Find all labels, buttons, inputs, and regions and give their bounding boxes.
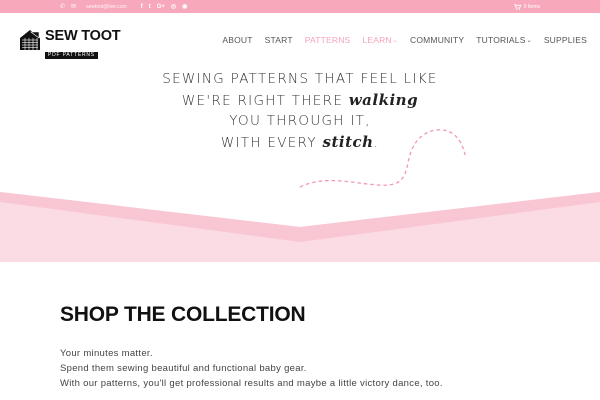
hero-script-stitch: stitch <box>322 133 374 151</box>
facebook-icon[interactable]: f <box>141 4 143 10</box>
main-nav: ABOUT START PATTERNS LEARN ⌄ COMMUNITY TU… <box>222 35 587 45</box>
nav-item-community[interactable]: COMMUNITY <box>410 35 464 45</box>
google-plus-icon[interactable]: G+ <box>157 4 165 10</box>
nav-item-about[interactable]: ABOUT <box>222 35 252 45</box>
hero-section: SEWING PATTERNS THAT FEEL LIKE WE'RE RIG… <box>0 67 600 262</box>
cart-link[interactable]: 0 Items <box>513 3 540 10</box>
pattern-logo-icon <box>20 30 40 50</box>
collection-paragraph: With our patterns, you'll get profession… <box>60 378 443 389</box>
contact-email-link[interactable]: sewtoot@live.com <box>86 4 127 10</box>
cart-icon <box>513 3 521 10</box>
chevron-down-icon: ⌄ <box>392 37 398 44</box>
phone-icon: ✆ <box>60 4 66 10</box>
collection-paragraph: Your minutes matter. <box>60 348 153 359</box>
logo-title: SEW TOOT <box>45 28 121 44</box>
collection-copy: Your minutes matter. Spend them sewing b… <box>60 346 540 391</box>
rss-icon[interactable]: ◉ <box>182 3 187 10</box>
top-bar: ✆ ✉ sewtoot@live.com f t G+ ◎ ◉ 0 Items <box>0 0 600 13</box>
collection-paragraph: Spend them sewing beautiful and function… <box>60 363 307 374</box>
hero-script-walking: walking <box>348 91 419 109</box>
logo-subtitle: PDF PATTERNS <box>45 51 98 59</box>
site-logo[interactable]: SEW TOOT PDF PATTERNS <box>19 28 121 60</box>
hero-line-1: SEWING PATTERNS THAT FEEL LIKE <box>162 71 438 87</box>
top-bar-contact: ✆ ✉ sewtoot@live.com f t G+ ◎ ◉ <box>60 3 187 11</box>
hero-line-2: WE'RE RIGHT THERE walking <box>181 91 419 109</box>
nav-item-patterns[interactable]: PATTERNS <box>305 35 351 45</box>
instagram-icon[interactable]: ◎ <box>171 3 176 10</box>
chevron-down-icon: ⌄ <box>526 37 532 44</box>
nav-item-tutorials[interactable]: TUTORIALS ⌄ <box>476 35 532 45</box>
twitter-icon[interactable]: t <box>149 4 151 10</box>
collection-title: SHOP THE COLLECTION <box>60 303 306 326</box>
nav-item-supplies[interactable]: SUPPLIES <box>544 35 587 45</box>
collection-section: SHOP THE COLLECTION Your minutes matter.… <box>60 300 540 391</box>
nav-item-start[interactable]: START <box>265 35 293 45</box>
cart-count: 0 Items <box>523 3 540 10</box>
hero-line-3: YOU THROUGH IT, <box>229 113 371 129</box>
nav-item-learn[interactable]: LEARN ⌄ <box>362 35 398 45</box>
site-header: SEW TOOT PDF PATTERNS ABOUT START PATTER… <box>0 13 600 67</box>
hero-line-4: WITH EVERY stitch. <box>220 133 380 151</box>
page: ✆ ✉ sewtoot@live.com f t G+ ◎ ◉ 0 Items <box>0 0 600 400</box>
mail-icon: ✉ <box>71 4 77 10</box>
